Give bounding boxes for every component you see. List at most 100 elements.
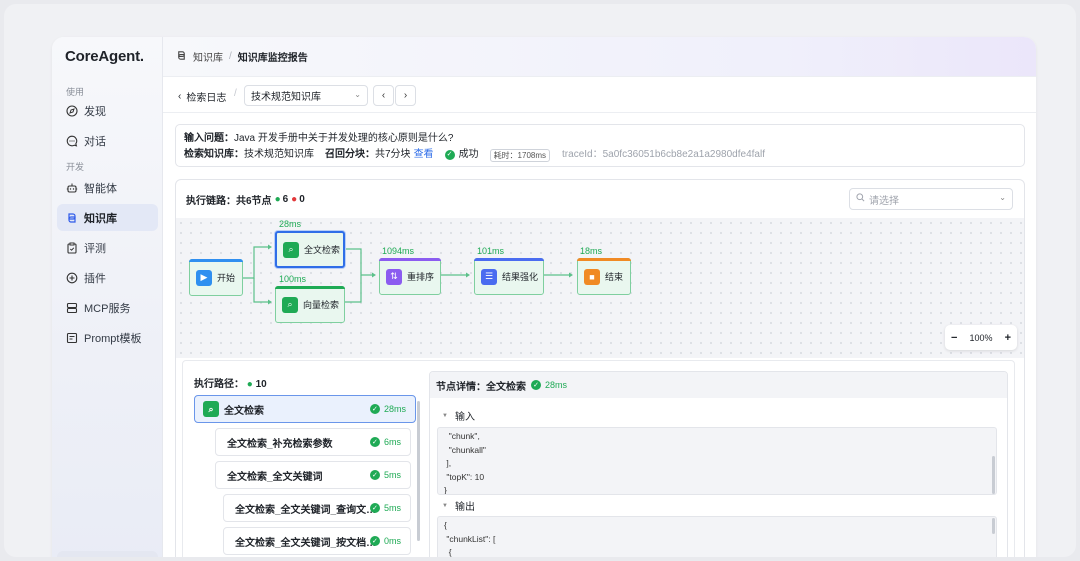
knowledge-base-select[interactable]: 技术规范知识库 ⌄ [244, 85, 368, 106]
duration-tag: 耗时：1708ms [489, 148, 551, 162]
section-label-dev: 开发 [66, 162, 85, 172]
sidebar-item-discover[interactable]: 发现 [57, 97, 158, 124]
sidebar: CoreAgent. 使用 发现 对话 开发 智能体 知识库 评测 插件 MCP… [52, 37, 163, 557]
query-info-panel: 输入问题：Java 开发手册中关于并发处理的核心原则是什么? 检索知识库： 技术… [175, 124, 1025, 167]
path-item-label: 全文检索_全文关键词_按文档… [235, 537, 377, 549]
plugin-icon [66, 272, 78, 284]
clipboard-icon [66, 242, 78, 254]
node-duration: 1094ms [382, 246, 415, 256]
path-item-fulltext-params[interactable]: 全文检索_补充检索参数 ✓ 6ms [215, 428, 411, 456]
app-window: CoreAgent. 使用 发现 对话 开发 智能体 知识库 评测 插件 MCP… [52, 37, 1036, 557]
next-button[interactable]: › [395, 85, 416, 106]
caret-down-icon: ▼ [442, 412, 448, 419]
output-code-block[interactable]: { "chunkList": [ { [437, 516, 997, 557]
error-dot-icon: ● [291, 193, 298, 205]
success-dot-icon: ● [274, 193, 281, 205]
kb-label: 检索知识库： [184, 149, 244, 160]
flow-node-fulltext[interactable]: ⌕ 全文检索 [275, 231, 345, 268]
node-duration: 18ms [580, 246, 603, 256]
breadcrumb: 知识库 / 知识库监控报告 [163, 37, 1036, 77]
input-section-toggle[interactable]: ▼ 输入 [442, 408, 475, 423]
node-detail-title: 节点详情：全文检索 [436, 381, 526, 393]
question-text: Java 开发手册中关于并发处理的核心原则是什么? [234, 133, 454, 144]
filter-placeholder: 请选择 [869, 195, 899, 207]
duration-text: 6ms [383, 437, 401, 447]
sidebar-item-label: 评测 [84, 242, 106, 255]
sort-icon: ⇅ [386, 268, 402, 285]
check-circle-icon: ✓ [369, 503, 380, 513]
check-circle-icon: ✓ [369, 404, 380, 414]
path-scrollbar[interactable] [417, 401, 420, 541]
view-chunks-link[interactable]: 查看 [414, 147, 434, 163]
flow-node-vector[interactable]: ⌕ 向量检索 [275, 286, 345, 323]
sidebar-footer [57, 551, 158, 557]
prev-button[interactable]: ‹ [373, 85, 394, 106]
flow-node-end[interactable]: ■ 结束 [577, 258, 631, 295]
select-value: 技术规范知识库 [251, 92, 321, 103]
path-item-label: 全文检索_补充检索参数 [227, 438, 333, 450]
zoom-out-button[interactable]: − [951, 332, 957, 344]
path-item-fulltext[interactable]: ⌕ 全文检索 ✓ 28ms [194, 395, 416, 423]
output-label: 输出 [454, 502, 475, 513]
sidebar-item-prompt[interactable]: Prompt模板 [57, 324, 158, 351]
zoom-in-button[interactable]: + [1005, 332, 1011, 344]
sidebar-item-chat[interactable]: 对话 [57, 127, 158, 154]
fulltext-search-icon: ⌕ [283, 241, 299, 258]
app-logo[interactable]: CoreAgent. [65, 48, 144, 65]
flow-canvas[interactable]: ▶ 开始 28ms ⌕ 全文检索 100ms ⌕ 向量检索 1094ms ⇅ 重… [176, 218, 1024, 358]
sidebar-item-label: Prompt模板 [84, 332, 142, 345]
path-item-label: 全文检索 [224, 405, 264, 417]
path-item-keyword-doc[interactable]: 全文检索_全文关键词_按文档… ✓ 0ms [223, 527, 411, 555]
output-section-toggle[interactable]: ▼ 输出 [442, 498, 475, 513]
sidebar-item-agents[interactable]: 智能体 [57, 174, 158, 201]
error-count: 0 [299, 193, 305, 205]
flow-node-start[interactable]: ▶ 开始 [189, 259, 243, 296]
main-content: ‹ 检索日志 / 技术规范知识库 ⌄ ‹ › 输入问题：Java 开发手册中关于… [163, 77, 1036, 557]
chain-header: 执行链路：共6节点 ● 6 ● 0 请选择 ⌄ [176, 180, 1024, 218]
sidebar-item-label: 知识库 [84, 212, 117, 225]
sidebar-item-label: 发现 [84, 105, 106, 118]
status-text: 成功 [458, 149, 479, 160]
kb-value: 技术规范知识库 [244, 149, 314, 160]
input-code-block[interactable]: "chunk", "chunkall" ], "topK": 10 } [437, 427, 997, 495]
path-item-fulltext-keywords[interactable]: 全文检索_全文关键词 ✓ 5ms [215, 461, 411, 489]
node-detail-header: 节点详情：全文检索 ✓ 28ms [430, 372, 1007, 398]
chevron-left-icon: ‹ [381, 90, 386, 101]
sidebar-item-label: MCP服务 [84, 302, 131, 315]
server-icon [66, 302, 78, 314]
flow-node-enhance[interactable]: ☰ 结果强化 [474, 258, 544, 295]
sidebar-item-label: 对话 [84, 135, 106, 148]
input-scrollbar[interactable] [992, 456, 995, 494]
play-icon: ▶ [196, 269, 212, 286]
duration-text: 28ms [383, 404, 406, 414]
flow-node-rerank[interactable]: ⇅ 重排序 [379, 258, 441, 295]
check-circle-icon: ✓ [369, 437, 380, 447]
node-duration: 101ms [477, 246, 505, 256]
list-icon: ☰ [481, 268, 497, 285]
sidebar-item-plugins[interactable]: 插件 [57, 264, 158, 291]
success-dot-icon: ● [246, 379, 253, 390]
success-count: 6 [282, 193, 289, 205]
node-detail-duration: ✓ 28ms [531, 380, 567, 390]
node-filter-select[interactable]: 请选择 ⌄ [849, 188, 1013, 210]
duration-text: 28ms [545, 380, 568, 390]
sidebar-item-knowledge[interactable]: 知识库 [57, 204, 158, 231]
breadcrumb-root[interactable]: 知识库 [193, 49, 223, 64]
sidebar-item-mcp[interactable]: MCP服务 [57, 294, 158, 321]
vector-search-icon: ⌕ [282, 296, 298, 313]
duration-text: 5ms [383, 503, 401, 513]
chevron-left-icon: ‹ [178, 91, 182, 102]
output-scrollbar[interactable] [992, 518, 995, 534]
stop-icon: ■ [584, 268, 600, 285]
zoom-control: − 100% + [945, 325, 1017, 350]
execution-chain-panel: 执行链路：共6节点 ● 6 ● 0 请选择 ⌄ ▶ 开始 28ms ⌕ 全文检索… [175, 179, 1025, 557]
check-circle-icon: ✓ [369, 470, 380, 480]
back-button[interactable]: ‹ 检索日志 [178, 89, 226, 104]
knowledge-icon [66, 212, 78, 224]
check-circle-icon: ✓ [531, 380, 541, 390]
input-label: 输入 [454, 412, 475, 423]
path-item-keyword-query[interactable]: 全文检索_全文关键词_查询文… ✓ 5ms [223, 494, 411, 522]
node-detail-panel: 节点详情：全文检索 ✓ 28ms ▼ 输入 "chunk", "chunkall"… [429, 371, 1008, 557]
sidebar-item-eval[interactable]: 评测 [57, 234, 158, 261]
path-item-label: 全文检索_全文关键词_查询文… [235, 504, 377, 516]
